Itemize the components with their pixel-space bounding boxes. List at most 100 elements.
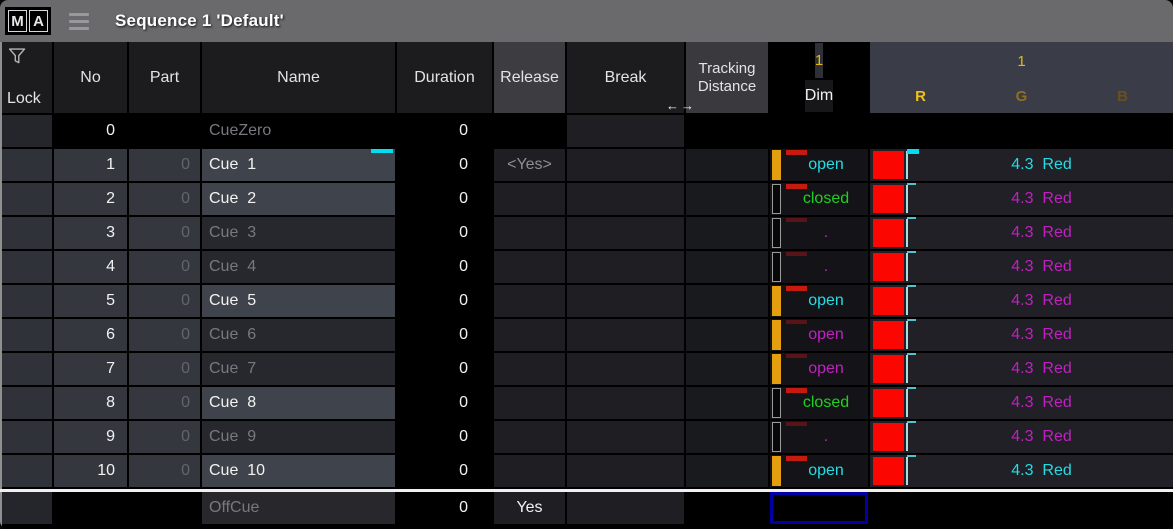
tracking-distance-cell[interactable] (686, 421, 770, 455)
window-menu-icon[interactable] (69, 13, 89, 30)
cue-name-cell[interactable]: Cue 2 (202, 183, 397, 217)
column-header-tracking-distance[interactable]: Tracking Distance (686, 42, 770, 115)
tracking-distance-cell[interactable] (686, 455, 770, 489)
rgb-value-cell[interactable]: 4.3 Red (870, 217, 1173, 251)
cue-number-cell[interactable]: 4 (54, 251, 129, 285)
cue-number-cell[interactable]: 10 (54, 455, 129, 489)
break-cell[interactable] (567, 251, 686, 285)
dim-value-cell[interactable]: open (770, 319, 870, 353)
cuezero-row[interactable]: 0CueZero0 (2, 115, 1173, 149)
release-cell[interactable] (494, 387, 567, 421)
tracking-distance-cell[interactable] (686, 149, 770, 183)
cue-row-2[interactable]: 20Cue 20closed4.3 Red (2, 183, 1173, 217)
part-cell[interactable]: 0 (129, 217, 202, 251)
tracking-distance-cell[interactable] (686, 251, 770, 285)
release-cell[interactable] (494, 353, 567, 387)
cue-name-cell[interactable]: Cue 6 (202, 319, 397, 353)
cue-name-cell[interactable]: Cue 5 (202, 285, 397, 319)
rgb-value-cell[interactable]: 4.3 Red (870, 421, 1173, 455)
lock-cell[interactable] (2, 251, 54, 285)
cue-number-cell[interactable]: 0 (54, 115, 129, 149)
cue-row-8[interactable]: 80Cue 80closed4.3 Red (2, 387, 1173, 421)
dim-value-cell[interactable]: . (770, 217, 870, 251)
cue-name-cell[interactable]: Cue 1 (202, 149, 397, 183)
cue-name-cell[interactable]: Cue 4 (202, 251, 397, 285)
cue-name-cell[interactable]: Cue 8 (202, 387, 397, 421)
dim-value-cell[interactable]: . (770, 421, 870, 455)
cue-number-cell[interactable]: 1 (54, 149, 129, 183)
break-cell[interactable] (567, 285, 686, 319)
cue-number-cell[interactable]: 3 (54, 217, 129, 251)
duration-cell[interactable]: 0 (397, 183, 494, 217)
cue-name-cell[interactable]: Cue 9 (202, 421, 397, 455)
lock-cell[interactable] (2, 217, 54, 251)
release-cell[interactable]: <Yes> (494, 149, 567, 183)
break-cell[interactable] (567, 455, 686, 489)
cue-number-cell[interactable]: 9 (54, 421, 129, 455)
duration-cell[interactable]: 0 (397, 217, 494, 251)
cue-row-9[interactable]: 90Cue 90.4.3 Red (2, 421, 1173, 455)
cue-row-7[interactable]: 70Cue 70open4.3 Red (2, 353, 1173, 387)
lock-cell[interactable] (2, 421, 54, 455)
part-cell[interactable] (129, 492, 202, 526)
rgb-value-cell[interactable]: 4.3 Red (870, 319, 1173, 353)
cue-number-cell[interactable]: 5 (54, 285, 129, 319)
cue-number-cell[interactable] (54, 492, 129, 526)
part-cell[interactable]: 0 (129, 319, 202, 353)
part-cell[interactable]: 0 (129, 183, 202, 217)
part-cell[interactable]: 0 (129, 421, 202, 455)
tracking-distance-cell[interactable] (686, 217, 770, 251)
lock-cell[interactable] (2, 353, 54, 387)
filter-icon[interactable] (7, 46, 28, 72)
duration-cell[interactable]: 0 (397, 421, 494, 455)
column-header-b[interactable]: B (1072, 80, 1173, 112)
release-cell[interactable] (494, 251, 567, 285)
cue-name-cell[interactable]: Cue 3 (202, 217, 397, 251)
duration-cell[interactable]: 0 (397, 319, 494, 353)
cue-row-4[interactable]: 40Cue 40.4.3 Red (2, 251, 1173, 285)
release-cell[interactable] (494, 217, 567, 251)
part-cell[interactable]: 0 (129, 455, 202, 489)
break-cell[interactable] (567, 115, 686, 149)
release-cell[interactable] (494, 319, 567, 353)
column-header-dim[interactable]: Dim (805, 80, 833, 112)
break-cell[interactable] (567, 183, 686, 217)
lock-cell[interactable] (2, 387, 54, 421)
part-cell[interactable]: 0 (129, 149, 202, 183)
cue-number-cell[interactable]: 7 (54, 353, 129, 387)
rgb-value-cell[interactable] (870, 492, 1173, 526)
dim-value-cell[interactable]: closed (770, 183, 870, 217)
dim-value-cell[interactable]: open (770, 455, 870, 489)
offcue-row[interactable]: OffCue0Yes (2, 492, 1173, 526)
lock-cell[interactable] (2, 492, 54, 526)
cue-number-cell[interactable]: 6 (54, 319, 129, 353)
column-header-g[interactable]: G (971, 80, 1072, 112)
column-header-lock[interactable]: Lock (2, 42, 54, 115)
focus-frame[interactable] (770, 492, 868, 524)
duration-cell[interactable]: 0 (397, 115, 494, 149)
duration-cell[interactable]: 0 (397, 492, 494, 526)
cue-number-cell[interactable]: 8 (54, 387, 129, 421)
cue-row-1[interactable]: 10Cue 10<Yes>open4.3 Red (2, 149, 1173, 183)
release-cell[interactable] (494, 183, 567, 217)
lock-cell[interactable] (2, 149, 54, 183)
rgb-value-cell[interactable]: 4.3 Red (870, 149, 1173, 183)
column-header-release[interactable]: Release (494, 42, 567, 115)
dim-value-cell[interactable] (770, 115, 870, 149)
part-cell[interactable] (129, 115, 202, 149)
lock-cell[interactable] (2, 319, 54, 353)
tracking-distance-cell[interactable] (686, 319, 770, 353)
cue-number-cell[interactable]: 2 (54, 183, 129, 217)
dim-value-cell[interactable]: open (770, 353, 870, 387)
release-cell[interactable]: Yes (494, 492, 567, 526)
lock-cell[interactable] (2, 183, 54, 217)
column-header-dim-group[interactable]: 1 Dim (770, 42, 870, 115)
break-cell[interactable] (567, 387, 686, 421)
rgb-value-cell[interactable]: 4.3 Red (870, 251, 1173, 285)
break-cell[interactable] (567, 353, 686, 387)
cue-row-10[interactable]: 100Cue 100open4.3 Red (2, 455, 1173, 489)
column-resize-arrows-icon[interactable]: ←→ (666, 98, 696, 113)
duration-cell[interactable]: 0 (397, 285, 494, 319)
break-cell[interactable] (567, 492, 686, 526)
rgb-value-cell[interactable]: 4.3 Red (870, 387, 1173, 421)
